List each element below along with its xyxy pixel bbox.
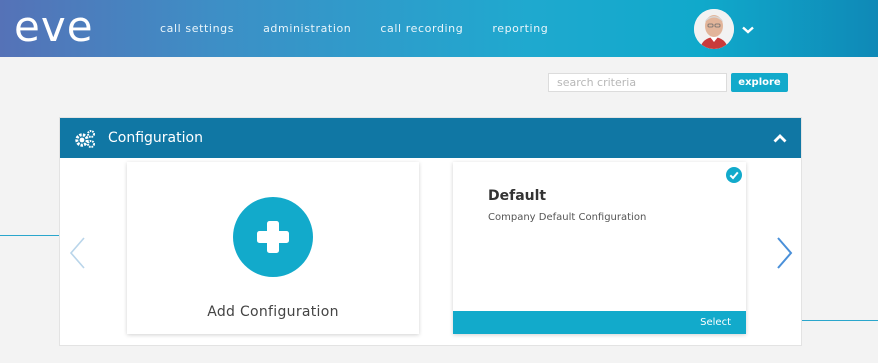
chevron-left-icon[interactable] xyxy=(68,236,86,270)
search-input[interactable] xyxy=(548,73,727,92)
top-bar: eve call settings administration call re… xyxy=(0,0,878,57)
nav-call-settings[interactable]: call settings xyxy=(160,22,234,35)
select-label: Select xyxy=(700,317,731,328)
nav-call-recording[interactable]: call recording xyxy=(380,22,463,35)
add-configuration-button[interactable] xyxy=(233,197,313,277)
user-avatar[interactable] xyxy=(694,9,734,49)
select-button[interactable]: Select xyxy=(453,311,746,334)
configuration-description: Company Default Configuration xyxy=(488,212,647,223)
panel-title: Configuration xyxy=(108,130,203,146)
nav-administration[interactable]: administration xyxy=(263,22,351,35)
explore-button[interactable]: explore xyxy=(731,73,788,92)
plus-icon xyxy=(257,221,289,253)
configuration-title: Default xyxy=(488,188,547,204)
main-nav: call settings administration call record… xyxy=(160,22,577,35)
add-configuration-card[interactable]: Add Configuration xyxy=(127,162,419,334)
default-configuration-card[interactable]: Default Company Default Configuration Se… xyxy=(453,162,746,334)
add-configuration-label: Add Configuration xyxy=(207,304,339,320)
chevron-right-icon[interactable] xyxy=(776,236,794,270)
user-avatar-icon xyxy=(694,9,734,49)
nav-reporting[interactable]: reporting xyxy=(492,22,548,35)
gears-icon xyxy=(75,130,95,148)
chevron-down-icon[interactable] xyxy=(742,26,754,34)
chevron-up-icon[interactable] xyxy=(773,133,787,143)
configuration-panel: Configuration Add Configuration Default … xyxy=(59,117,802,346)
logo[interactable]: eve xyxy=(14,2,94,52)
panel-header: Configuration xyxy=(60,118,801,158)
check-circle-icon xyxy=(726,167,742,183)
